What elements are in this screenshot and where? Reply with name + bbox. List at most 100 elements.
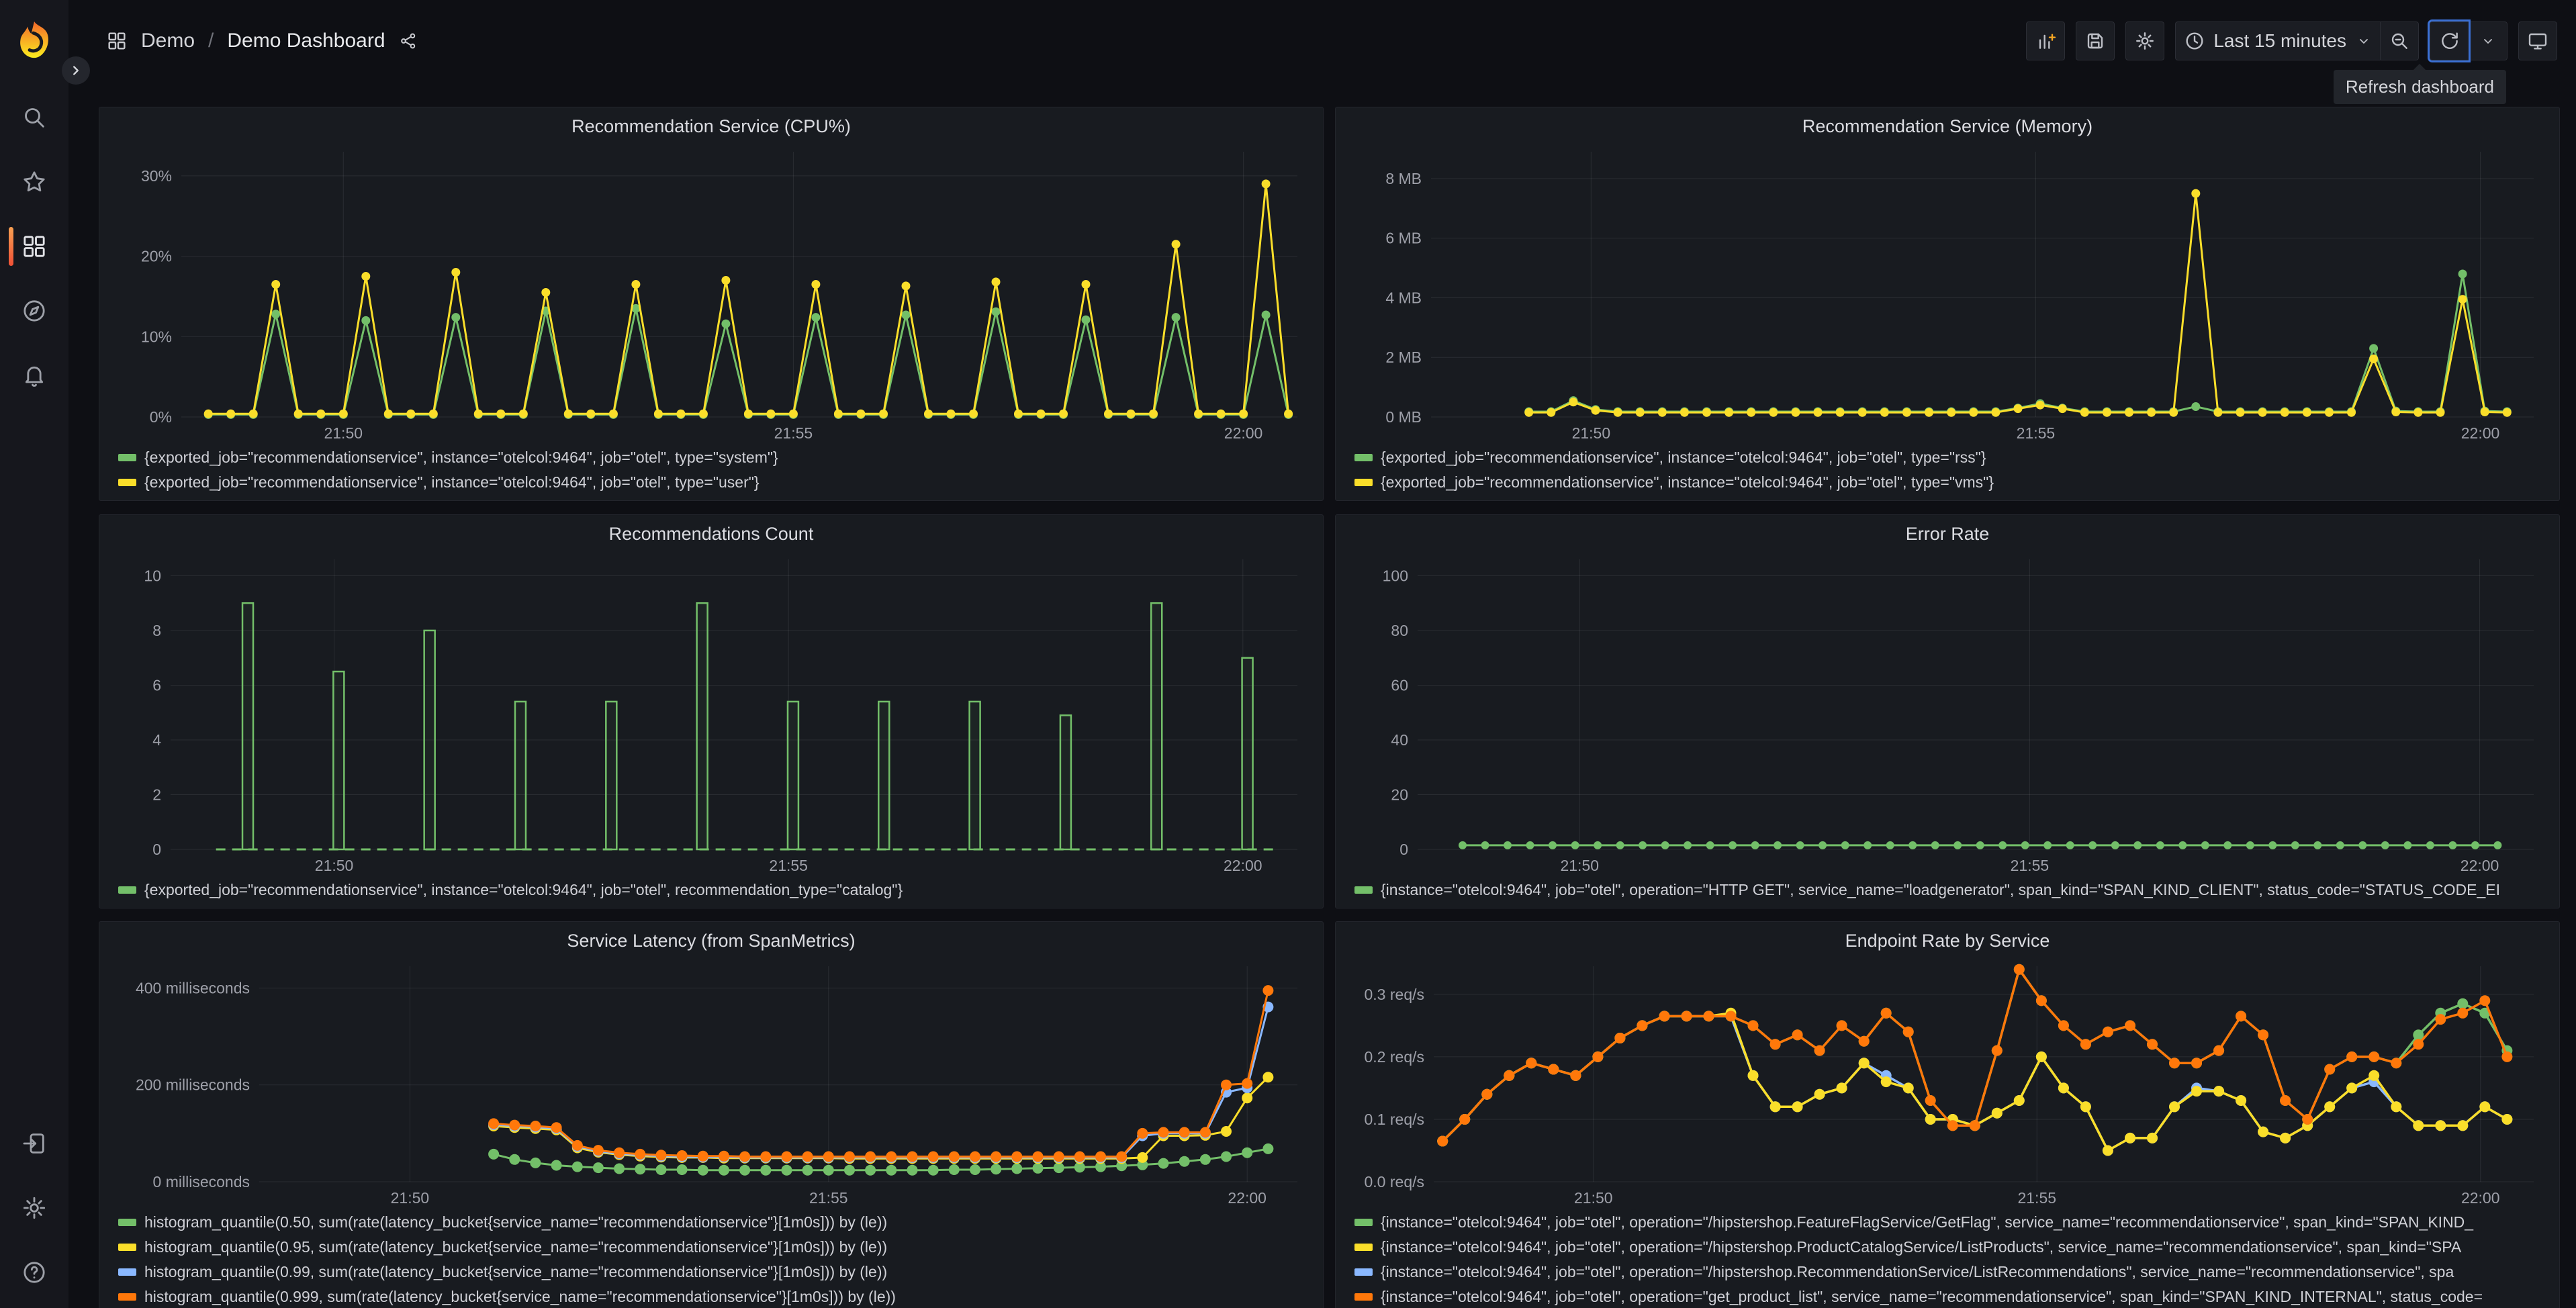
sidebar-item-help[interactable]: [0, 1257, 68, 1288]
grafana-logo[interactable]: [13, 19, 55, 60]
legend-item[interactable]: {exported_job="recommendationservice", i…: [118, 878, 1316, 902]
legend-label: {instance="otelcol:9464", job="otel", op…: [1381, 1263, 2454, 1280]
legend-item[interactable]: {instance="otelcol:9464", job="otel", op…: [1354, 1210, 2552, 1235]
save-dashboard-button[interactable]: [2076, 21, 2115, 60]
time-range-label: Last 15 minutes: [2213, 30, 2346, 51]
panel-endpoint-rate: Endpoint Rate by Service 0.0 req/s 0.1 re…: [1335, 921, 2560, 1308]
legend-swatch: [1354, 1244, 1373, 1251]
legend-swatch: [1354, 1268, 1373, 1276]
sidebar-item-dashboards[interactable]: [0, 227, 68, 266]
sidebar-item-settings[interactable]: [0, 1193, 68, 1223]
panel-title[interactable]: Service Latency (from SpanMetrics): [106, 926, 1316, 955]
memory-chart[interactable]: 0 MB 2 MB 4 MB 6 MB 8 MB 21:50 21:55 22:00: [1342, 141, 2552, 444]
sidebar-item-explore[interactable]: [0, 295, 68, 326]
sidebar-item-alerting[interactable]: [0, 360, 68, 391]
legend-label: {instance="otelcol:9464", job="otel", op…: [1381, 1238, 2462, 1256]
panel-recommendations-count: Recommendations Count 0 2 4 6 8 10 21:50 21:55 2…: [99, 514, 1324, 908]
svg-text:22:00: 22:00: [2461, 424, 2500, 442]
sidebar-item-sign-in[interactable]: [0, 1128, 68, 1159]
svg-text:0.3 req/s: 0.3 req/s: [1365, 986, 1425, 1003]
svg-text:0 milliseconds: 0 milliseconds: [153, 1173, 250, 1190]
error-rate-chart[interactable]: 0 20 40 60 80 100 21:50 21:55 22:00: [1342, 549, 2552, 876]
dashboard-grid: Recommendation Service (CPU%) 0% 10% 20% 30…: [68, 82, 2576, 1308]
legend-label: {instance="otelcol:9464", job="otel", op…: [1381, 881, 2501, 898]
recommendations-count-chart[interactable]: 0 2 4 6 8 10 21:50 21:55 22:00: [106, 549, 1316, 876]
refresh-button[interactable]: [2428, 19, 2471, 62]
zoom-out-button[interactable]: [2380, 21, 2419, 60]
panel-legend: {instance="otelcol:9464", job="otel", op…: [1354, 1210, 2552, 1308]
legend-item[interactable]: {exported_job="recommendationservice", i…: [118, 470, 1316, 495]
endpoint-rate-chart[interactable]: 0.0 req/s 0.1 req/s 0.2 req/s 0.3 req/s 21:5…: [1342, 955, 2552, 1209]
svg-text:22:00: 22:00: [1228, 1189, 1267, 1207]
sidebar-item-starred[interactable]: [0, 167, 68, 197]
time-range-picker[interactable]: Last 15 minutes: [2175, 21, 2380, 60]
legend-swatch: [118, 454, 136, 461]
gear-icon: [2136, 32, 2154, 50]
legend-label: histogram_quantile(0.99, sum(rate(latenc…: [144, 1263, 888, 1280]
svg-text:20%: 20%: [141, 248, 172, 265]
svg-text:30%: 30%: [141, 167, 172, 185]
panel-title[interactable]: Recommendation Service (CPU%): [106, 111, 1316, 141]
legend-swatch: [1354, 1293, 1373, 1301]
panel-legend: histogram_quantile(0.50, sum(rate(latenc…: [118, 1210, 1316, 1308]
svg-text:21:55: 21:55: [2011, 857, 2050, 874]
svg-text:80: 80: [1391, 622, 1408, 639]
svg-text:22:00: 22:00: [2460, 857, 2499, 874]
breadcrumb-page[interactable]: Demo Dashboard: [227, 30, 385, 52]
legend-item[interactable]: histogram_quantile(0.999, sum(rate(laten…: [118, 1284, 1316, 1308]
legend-item[interactable]: {instance="otelcol:9464", job="otel", op…: [1354, 1284, 2552, 1308]
legend-item[interactable]: {exported_job="recommendationservice", i…: [1354, 470, 2552, 495]
svg-text:21:55: 21:55: [2017, 1189, 2056, 1207]
svg-text:2 MB: 2 MB: [1385, 348, 1422, 366]
svg-text:10%: 10%: [141, 328, 172, 345]
dashboard-settings-button[interactable]: [2125, 21, 2165, 60]
panel-memory: Recommendation Service (Memory) 0 MB 2 MB…: [1335, 107, 2560, 501]
chevron-right-icon: [73, 66, 79, 75]
svg-text:21:50: 21:50: [315, 857, 354, 874]
star-icon: [24, 171, 45, 192]
sidebar-item-search[interactable]: [0, 102, 68, 133]
refresh-interval-caret-button[interactable]: [2469, 21, 2508, 60]
legend-item[interactable]: histogram_quantile(0.95, sum(rate(latenc…: [118, 1235, 1316, 1260]
legend-item[interactable]: {instance="otelcol:9464", job="otel", op…: [1354, 1235, 2552, 1260]
panel-legend: {exported_job="recommendationservice", i…: [118, 878, 1316, 902]
svg-text:21:50: 21:50: [391, 1189, 430, 1207]
legend-swatch: [118, 1244, 136, 1251]
sidebar-expand-button[interactable]: [62, 56, 90, 85]
legend-swatch: [1354, 479, 1373, 486]
legend-item[interactable]: histogram_quantile(0.99, sum(rate(latenc…: [118, 1260, 1316, 1284]
legend-item[interactable]: {instance="otelcol:9464", job="otel", op…: [1354, 1260, 2552, 1284]
legend-item[interactable]: histogram_quantile(0.50, sum(rate(latenc…: [118, 1210, 1316, 1235]
legend-item[interactable]: {exported_job="recommendationservice", i…: [118, 445, 1316, 470]
header-bar: Demo / Demo Dashboard Last 15 minutes: [68, 0, 2576, 82]
active-indicator: [9, 227, 13, 266]
legend-item[interactable]: {instance="otelcol:9464", job="otel", op…: [1354, 878, 2552, 902]
svg-text:21:55: 21:55: [809, 1189, 848, 1207]
legend-label: histogram_quantile(0.95, sum(rate(latenc…: [144, 1238, 888, 1256]
panel-title[interactable]: Recommendation Service (Memory): [1342, 111, 2552, 141]
search-icon: [25, 108, 44, 128]
add-panel-icon: [2039, 34, 2056, 49]
legend-swatch: [118, 1219, 136, 1226]
toolbar: Last 15 minutes: [2026, 19, 2557, 62]
svg-text:40: 40: [1391, 731, 1408, 749]
cpu-chart[interactable]: 0% 10% 20% 30% 21:50 21:55 22:00: [106, 141, 1316, 444]
breadcrumb-section[interactable]: Demo: [141, 30, 195, 52]
legend-label: {exported_job="recommendationservice", i…: [144, 449, 778, 466]
panel-title[interactable]: Recommendations Count: [106, 519, 1316, 549]
panel-title[interactable]: Error Rate: [1342, 519, 2552, 549]
panel-title[interactable]: Endpoint Rate by Service: [1342, 926, 2552, 955]
monitor-icon: [2528, 33, 2547, 50]
legend-item[interactable]: {exported_job="recommendationservice", i…: [1354, 445, 2552, 470]
save-icon: [2088, 33, 2103, 49]
svg-text:0.0 req/s: 0.0 req/s: [1365, 1173, 1425, 1190]
refresh-tooltip: Refresh dashboard: [2333, 64, 2506, 104]
gear-icon: [23, 1197, 46, 1219]
service-latency-chart[interactable]: 0 milliseconds 200 milliseconds 400 millis…: [106, 955, 1316, 1209]
dashboards-grid-icon: [108, 32, 126, 50]
svg-text:400 milliseconds: 400 milliseconds: [136, 979, 250, 996]
add-panel-button[interactable]: [2026, 21, 2066, 60]
tv-kiosk-button[interactable]: [2518, 21, 2557, 60]
svg-text:0.2 req/s: 0.2 req/s: [1365, 1048, 1425, 1066]
sidebar-bottom-group: [0, 1128, 68, 1288]
